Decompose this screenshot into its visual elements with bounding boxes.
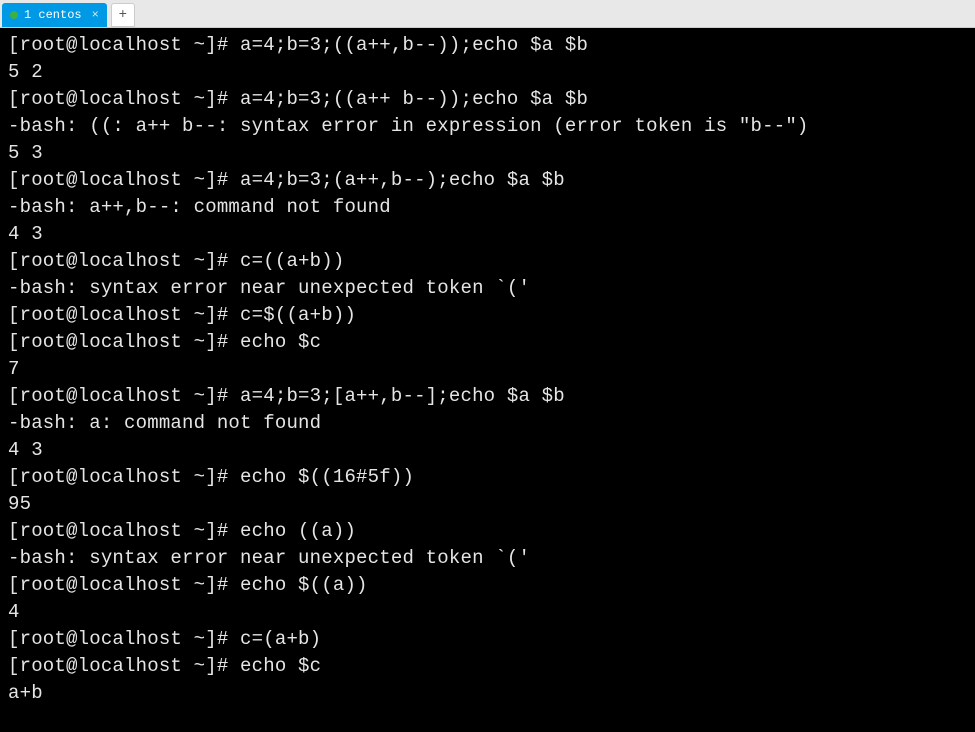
status-dot-icon <box>10 11 18 19</box>
close-icon[interactable]: × <box>92 8 99 22</box>
tab-label: 1 centos <box>24 8 82 22</box>
tab-centos[interactable]: 1 centos × <box>2 3 107 27</box>
tab-bar: 1 centos × + <box>0 0 975 28</box>
add-tab-button[interactable]: + <box>111 3 135 27</box>
terminal-output[interactable]: [root@localhost ~]# a=4;b=3;((a++,b--));… <box>0 28 975 732</box>
